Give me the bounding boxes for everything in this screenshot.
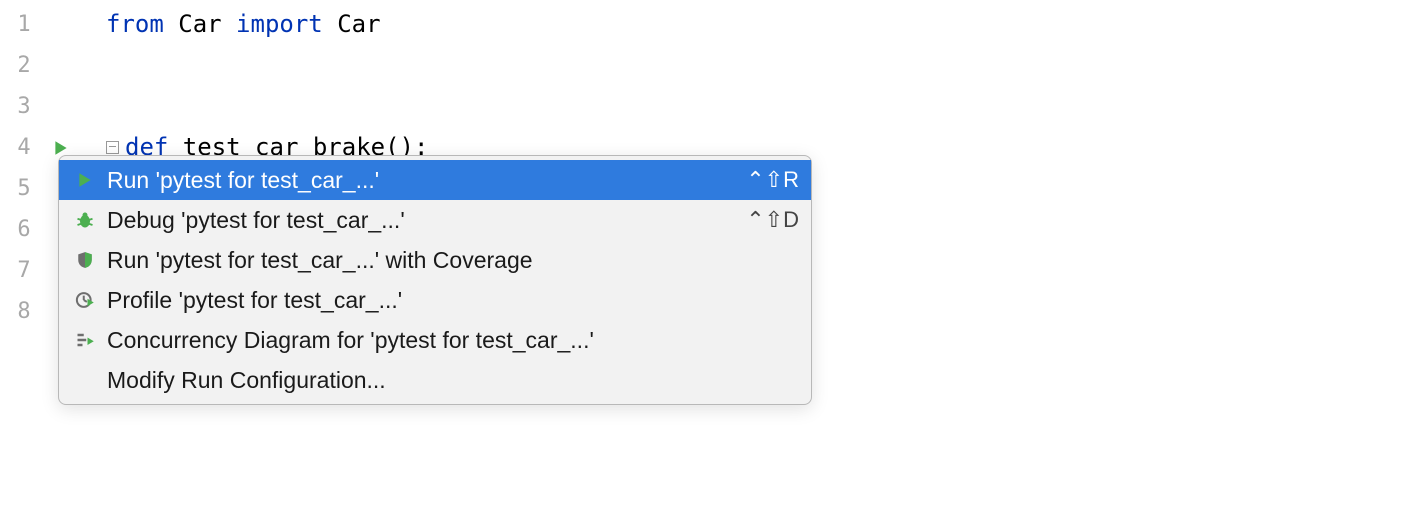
menu-item-shortcut: ⌃⇧D (746, 207, 799, 233)
menu-item-profile[interactable]: Profile 'pytest for test_car_...' (59, 280, 811, 320)
code-line (106, 86, 1414, 127)
menu-item-coverage[interactable]: Run 'pytest for test_car_...' with Cover… (59, 240, 811, 280)
code-line (106, 45, 1414, 86)
line-number: 8 (0, 291, 48, 332)
shield-icon (71, 251, 99, 269)
concurrency-icon (71, 330, 99, 350)
code-line: from Car import Car (106, 4, 1414, 45)
line-number: 1 (0, 4, 48, 45)
run-icon (71, 171, 99, 189)
line-number: 4 (0, 127, 48, 168)
menu-item-concurrency[interactable]: Concurrency Diagram for 'pytest for test… (59, 320, 811, 360)
menu-item-debug[interactable]: Debug 'pytest for test_car_...' ⌃⇧D (59, 200, 811, 240)
line-number: 2 (0, 45, 48, 86)
bug-icon (71, 210, 99, 230)
menu-item-label: Profile 'pytest for test_car_...' (107, 287, 799, 314)
menu-item-shortcut: ⌃⇧R (746, 167, 799, 193)
fold-indicator-icon[interactable] (106, 141, 119, 154)
line-number-gutter: 1 2 3 4 5 6 7 8 (0, 0, 48, 520)
menu-item-label: Run 'pytest for test_car_...' (107, 167, 746, 194)
clock-run-icon (71, 290, 99, 310)
menu-item-modify-config[interactable]: Modify Run Configuration... (59, 360, 811, 400)
menu-item-label: Run 'pytest for test_car_...' with Cover… (107, 247, 799, 274)
line-number: 7 (0, 250, 48, 291)
run-context-menu: Run 'pytest for test_car_...' ⌃⇧R Debug … (58, 155, 812, 405)
menu-item-run[interactable]: Run 'pytest for test_car_...' ⌃⇧R (59, 160, 811, 200)
menu-item-label: Debug 'pytest for test_car_...' (107, 207, 746, 234)
line-number: 3 (0, 86, 48, 127)
line-number: 5 (0, 168, 48, 209)
menu-item-label: Concurrency Diagram for 'pytest for test… (107, 327, 799, 354)
line-number: 6 (0, 209, 48, 250)
menu-item-label: Modify Run Configuration... (107, 367, 799, 394)
